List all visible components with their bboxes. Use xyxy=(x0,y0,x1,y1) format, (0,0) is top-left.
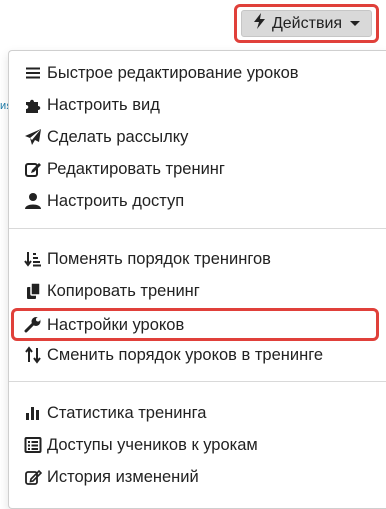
table-list-icon xyxy=(23,435,43,455)
paper-plane-icon xyxy=(23,127,43,147)
copy-icon xyxy=(23,281,43,301)
actions-label: Действия xyxy=(271,14,343,32)
menu-item-edit-training[interactable]: Редактировать тренинг xyxy=(23,153,225,185)
menu-item-customize-view[interactable]: Настроить вид xyxy=(23,89,160,121)
menu-item-student-lesson-access[interactable]: Доступы учеников к урокам xyxy=(23,429,258,461)
menu-item-label: Сделать рассылку xyxy=(47,127,189,146)
menu-item-label: История изменений xyxy=(47,467,199,486)
menu-item-label: Статистика тренинга xyxy=(47,403,207,422)
puzzle-icon xyxy=(23,95,43,115)
menu-item-label: Настроить доступ xyxy=(47,191,185,210)
sort-amount-icon xyxy=(23,249,43,269)
menu-item-copy-training[interactable]: Копировать тренинг xyxy=(23,275,200,307)
menu-item-make-mailing[interactable]: Сделать рассылку xyxy=(23,121,188,153)
menu-item-label: Сменить порядок уроков в тренинге xyxy=(47,345,324,364)
sort-icon xyxy=(23,345,43,365)
menu-item-label: Доступы учеников к урокам xyxy=(47,435,258,454)
edit-icon xyxy=(23,159,43,179)
bolt-icon xyxy=(253,13,266,34)
bar-chart-icon xyxy=(23,403,43,423)
menu-item-change-lesson-order[interactable]: Сменить порядок уроков в тренинге xyxy=(23,339,323,371)
menu-item-lesson-settings[interactable]: Настройки уроков xyxy=(23,309,184,341)
menu-item-label: Поменять порядок тренингов xyxy=(47,249,271,268)
list-icon xyxy=(23,63,43,83)
menu-item-reorder-trainings[interactable]: Поменять порядок тренингов xyxy=(23,243,271,275)
menu-item-configure-access[interactable]: Настроить доступ xyxy=(23,185,184,217)
wrench-icon xyxy=(23,315,43,335)
menu-item-label: Настроить вид xyxy=(47,95,160,114)
menu-item-change-history[interactable]: История изменений xyxy=(23,461,199,493)
menu-item-training-statistics[interactable]: Статистика тренинга xyxy=(23,397,206,429)
menu-item-label: Быстрое редактирование уроков xyxy=(47,63,299,82)
edit-history-icon xyxy=(23,467,43,487)
caret-down-icon xyxy=(350,21,361,26)
menu-divider xyxy=(9,228,386,229)
actions-dropdown-button[interactable]: Действия xyxy=(241,10,372,37)
user-icon xyxy=(23,191,43,211)
menu-divider xyxy=(9,381,386,382)
menu-item-label: Настройки уроков xyxy=(47,315,185,334)
menu-item-label: Редактировать тренинг xyxy=(47,159,225,178)
menu-item-quick-edit-lessons[interactable]: Быстрое редактирование уроков xyxy=(23,57,299,89)
menu-item-label: Копировать тренинг xyxy=(47,281,200,300)
